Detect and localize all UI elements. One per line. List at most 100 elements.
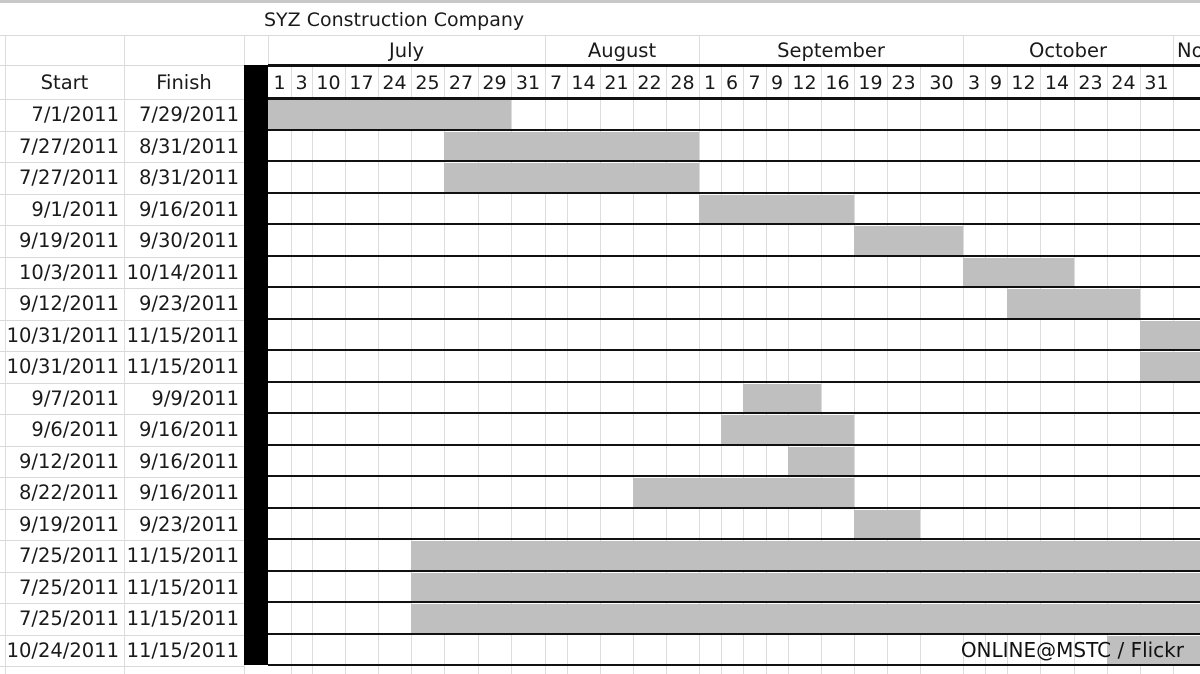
day-tick-label: 14 (571, 72, 596, 94)
day-tick-label: 1 (703, 72, 717, 94)
start-date-cell: 9/7/2011 (31, 386, 119, 410)
row-rule (268, 444, 1200, 446)
gantt-bar (854, 226, 963, 255)
day-tick-label: 30 (929, 72, 954, 94)
grid-vline (345, 65, 346, 674)
day-tick-label: 10 (316, 72, 341, 94)
start-date-cell: 10/24/2011 (6, 638, 119, 662)
row-rule (268, 286, 1200, 288)
gantt-bar (963, 257, 1074, 286)
gantt-bar (268, 100, 511, 129)
row-rule (268, 475, 1200, 477)
grid-hline (0, 666, 244, 667)
chart-title: SYZ Construction Company (264, 9, 525, 31)
month-label: No (1177, 39, 1200, 62)
start-date-cell: 9/6/2011 (31, 418, 119, 441)
black-divider-column (244, 65, 268, 665)
finish-column-header: Finish (156, 71, 212, 94)
day-tick-label: 7 (748, 72, 761, 94)
start-column-header: Start (40, 71, 89, 94)
finish-date-cell: 9/16/2011 (139, 418, 239, 441)
row-rule (268, 664, 1200, 666)
row-rule (268, 507, 1200, 509)
finish-date-cell: 10/14/2011 (126, 260, 239, 284)
day-tick-label: 6 (725, 72, 739, 94)
day-tick-label: 14 (1044, 72, 1070, 94)
row-rule (268, 318, 1200, 320)
finish-date-cell: 11/15/2011 (126, 638, 239, 662)
finish-date-cell: 11/15/2011 (126, 607, 239, 630)
finish-date-cell: 9/23/2011 (139, 512, 239, 536)
day-tick-label: 3 (295, 72, 308, 94)
gantt-bar (411, 604, 1200, 633)
row-rule (268, 601, 1200, 603)
row-rule (268, 223, 1200, 225)
day-tick-label: 25 (415, 72, 440, 94)
gantt-bar (444, 131, 699, 160)
day-tick-label: 12 (792, 72, 817, 94)
start-date-cell: 9/19/2011 (19, 229, 119, 252)
row-rule (268, 412, 1200, 414)
start-date-cell: 9/19/2011 (19, 512, 119, 536)
finish-date-cell: 8/31/2011 (139, 166, 239, 189)
row-rule (268, 538, 1200, 540)
start-date-cell: 7/25/2011 (19, 544, 119, 567)
day-tick-label: 27 (448, 72, 474, 94)
grid-vline (378, 65, 379, 674)
day-tick-label: 7 (549, 72, 563, 94)
start-date-cell: 7/25/2011 (19, 607, 119, 630)
watermark: ONLINE@MSTC / Flickr (960, 638, 1184, 662)
row-rule (268, 160, 1200, 162)
gantt-bar (699, 194, 854, 223)
day-tick-label: 22 (637, 72, 662, 94)
day-tick-label: 1 (273, 72, 286, 94)
day-tick-label: 3 (967, 72, 981, 94)
gantt-bar (788, 446, 854, 475)
finish-date-cell: 9/23/2011 (139, 292, 239, 315)
day-tick-label: 16 (825, 72, 850, 94)
finish-date-cell: 9/16/2011 (139, 449, 239, 473)
grid-vline (312, 65, 313, 674)
finish-date-cell: 8/31/2011 (139, 134, 239, 158)
start-date-cell: 10/3/2011 (19, 260, 119, 284)
start-date-cell: 7/27/2011 (19, 166, 119, 189)
row-rule (268, 129, 1200, 131)
gantt-bar (854, 509, 920, 538)
row-rule (268, 381, 1200, 383)
finish-date-cell: 9/9/2011 (151, 386, 239, 410)
month-label: October (1028, 39, 1108, 62)
gantt-bar (1140, 352, 1200, 381)
gantt-bar (411, 572, 1200, 601)
month-label: July (388, 39, 425, 62)
day-tick-label: 24 (382, 72, 407, 94)
finish-date-cell: 9/16/2011 (139, 481, 239, 504)
day-tick-label: 31 (515, 72, 541, 94)
gantt-bar (1007, 289, 1140, 318)
gantt-bar (444, 163, 699, 192)
start-date-cell: 7/27/2011 (19, 134, 119, 158)
start-date-cell: 10/31/2011 (6, 355, 119, 378)
start-date-cell: 9/1/2011 (31, 197, 119, 221)
start-date-cell: 7/1/2011 (31, 103, 119, 126)
day-tick-label: 23 (1078, 72, 1103, 94)
day-tick-label: 19 (858, 72, 883, 94)
day-tick-label: 31 (1144, 72, 1169, 94)
start-date-cell: 7/25/2011 (19, 575, 119, 599)
row-rule (268, 633, 1200, 635)
gantt-bar (411, 541, 1200, 570)
day-tick-label: 9 (989, 72, 1003, 94)
day-tick-label: 24 (1111, 72, 1136, 94)
finish-date-cell: 9/16/2011 (139, 197, 239, 221)
start-date-cell: 9/12/2011 (19, 292, 119, 315)
start-date-cell: 8/22/2011 (19, 481, 119, 504)
day-tick-label: 12 (1011, 72, 1036, 94)
top-border (0, 0, 1200, 3)
month-label: August (587, 39, 657, 62)
finish-date-cell: 9/30/2011 (139, 229, 239, 252)
row-rule (268, 349, 1200, 351)
day-tick-label: 23 (891, 72, 916, 94)
gantt-bar (743, 383, 821, 412)
finish-date-cell: 11/15/2011 (126, 355, 239, 378)
day-tick-label: 28 (670, 72, 695, 94)
day-tick-label (1173, 68, 1200, 98)
